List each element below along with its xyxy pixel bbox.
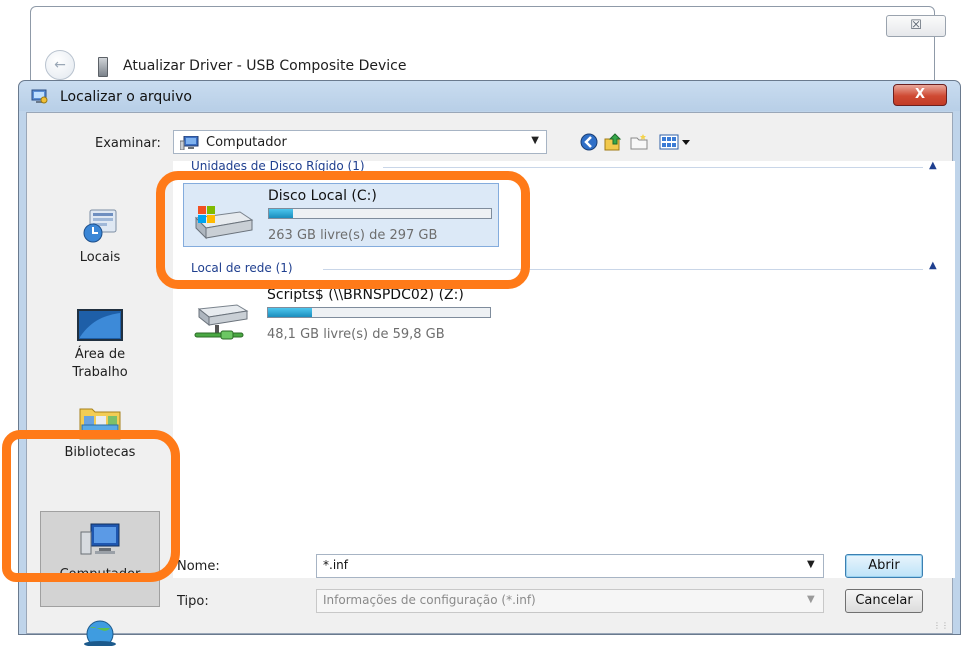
up-folder-icon[interactable]	[603, 132, 623, 152]
parent-close-button[interactable]: ☒	[886, 15, 946, 37]
filetype-label: Tipo:	[177, 594, 209, 609]
dialog-body: Examinar: Computador ▼ Locais Área de Tr…	[26, 112, 955, 646]
new-folder-icon[interactable]	[629, 132, 649, 152]
chevron-up-icon[interactable]: ▲	[929, 260, 937, 271]
chevron-down-icon[interactable]: ▼	[807, 559, 815, 570]
group-header-hard-drives[interactable]: Unidades de Disco Rígido (1)	[191, 159, 365, 173]
place-libraries[interactable]: Bibliotecas	[27, 403, 173, 462]
filename-input[interactable]: *.inf	[316, 554, 824, 578]
cancel-button[interactable]: Cancelar	[845, 589, 923, 613]
dialog-app-icon	[31, 89, 48, 104]
dialog-titlebar[interactable]: Localizar o arquivo X	[19, 81, 960, 111]
back-arrow-icon[interactable]	[579, 132, 599, 152]
place-label: Computador	[59, 567, 141, 582]
computer-icon	[180, 136, 199, 150]
lookin-label: Examinar:	[95, 136, 161, 151]
back-arrow-icon[interactable]: ←	[45, 50, 75, 80]
lookin-value: Computador	[206, 135, 287, 150]
filename-label: Nome:	[177, 559, 220, 574]
drive-item-c[interactable]: Disco Local (C:) 263 GB livre(s) de 297 …	[183, 183, 499, 247]
place-network[interactable]	[27, 616, 173, 649]
drive-usage-fill	[268, 308, 313, 317]
drive-name: Scripts$ (\\BRNSPDC02) (Z:)	[267, 287, 464, 303]
drive-name: Disco Local (C:)	[268, 188, 377, 204]
hard-drive-icon	[194, 206, 254, 240]
desktop-icon	[77, 309, 123, 341]
find-file-dialog: Localizar o arquivo X Examinar: Computad…	[18, 80, 961, 646]
file-list[interactable]: Unidades de Disco Rígido (1) ▲ Disco Loc…	[173, 159, 955, 578]
group-divider	[383, 167, 923, 168]
drive-free-space: 48,1 GB livre(s) de 59,8 GB	[267, 327, 445, 342]
dialog-title: Localizar o arquivo	[60, 89, 192, 105]
place-label: Área de Trabalho	[72, 347, 128, 380]
place-label: Bibliotecas	[64, 445, 136, 460]
computer-icon	[80, 523, 120, 555]
drive-usage-fill	[269, 209, 294, 218]
resize-grip-icon[interactable]: ⋮⋮	[933, 621, 949, 630]
usb-device-icon	[98, 57, 108, 77]
filetype-select[interactable]: Informações de configuração (*.inf)	[316, 589, 824, 613]
libraries-icon	[79, 408, 121, 440]
network-icon	[84, 620, 116, 646]
parent-window-title: Atualizar Driver - USB Composite Device	[123, 58, 407, 74]
views-menu-icon[interactable]	[659, 132, 693, 152]
place-label: Locais	[79, 250, 121, 265]
network-drive-icon	[194, 304, 249, 340]
recent-places-icon	[83, 209, 117, 243]
dialog-close-button[interactable]: X	[893, 84, 947, 106]
lookin-dropdown[interactable]: Computador ▼	[173, 130, 547, 154]
place-desktop[interactable]: Área de Trabalho	[27, 309, 173, 382]
drive-free-space: 263 GB livre(s) de 297 GB	[268, 228, 438, 243]
drive-usage-bar	[267, 307, 491, 318]
group-header-network[interactable]: Local de rede (1)	[191, 261, 293, 275]
drive-usage-bar	[268, 208, 492, 219]
open-button[interactable]: Abrir	[845, 554, 923, 578]
chevron-down-icon[interactable]: ▼	[531, 135, 539, 146]
place-recent[interactable]: Locais	[27, 206, 173, 267]
drive-item-z[interactable]: Scripts$ (\\BRNSPDC02) (Z:) 48,1 GB livr…	[183, 283, 499, 347]
group-divider	[323, 269, 923, 270]
places-bar: Locais Área de Trabalho Bibliotecas Comp…	[27, 161, 173, 646]
place-computer[interactable]: Computador	[40, 511, 160, 607]
chevron-up-icon[interactable]: ▲	[929, 160, 937, 171]
chevron-down-icon[interactable]: ▼	[807, 594, 815, 605]
